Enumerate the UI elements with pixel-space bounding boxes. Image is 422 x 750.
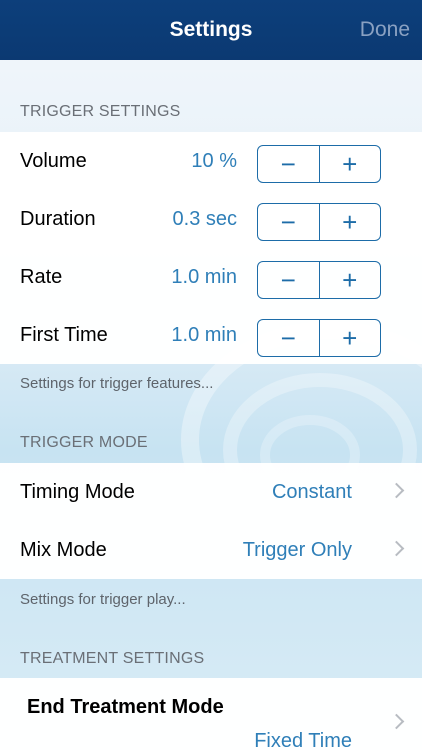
row-value: Constant — [271, 480, 352, 503]
trigger-mode-footer: Settings for trigger play... — [20, 591, 186, 608]
trigger-mode-header: TRIGGER MODE — [20, 434, 148, 451]
chevron-right-icon — [388, 482, 405, 499]
row-label: Rate — [20, 265, 63, 288]
decrement-button[interactable]: − — [258, 146, 319, 182]
row-value: 1.0 min — [171, 265, 237, 288]
treatment-settings-header: TREATMENT SETTINGS — [20, 650, 205, 667]
increment-button[interactable]: + — [318, 320, 381, 356]
increment-button[interactable]: + — [318, 262, 381, 298]
increment-button[interactable]: + — [318, 146, 381, 182]
row-label: End Treatment Mode — [27, 696, 224, 718]
duration-row: Duration 0.3 sec − + — [0, 190, 422, 248]
decrement-button[interactable]: − — [258, 262, 319, 298]
row-label: Volume — [20, 149, 87, 172]
row-label: Duration — [20, 207, 96, 230]
first-time-row: First Time 1.0 min − + — [0, 306, 422, 364]
row-label: Timing Mode — [20, 480, 135, 503]
row-value: 0.3 sec — [172, 207, 237, 230]
end-treatment-mode-row[interactable]: End Treatment Mode Fixed Time — [0, 678, 422, 750]
rate-stepper: − + — [257, 261, 381, 299]
mix-mode-row[interactable]: Mix Mode Trigger Only — [0, 521, 422, 579]
increment-button[interactable]: + — [318, 204, 381, 240]
trigger-settings-footer: Settings for trigger features... — [20, 375, 214, 392]
row-value: Fixed Time — [254, 730, 352, 750]
volume-stepper: − + — [257, 145, 381, 183]
volume-row: Volume 10 % − + — [0, 132, 422, 190]
row-value: Trigger Only — [242, 538, 352, 561]
trigger-mode-list: Timing Mode Constant Mix Mode Trigger On… — [0, 463, 422, 579]
trigger-settings-header: TRIGGER SETTINGS — [20, 103, 181, 120]
done-button[interactable]: Done — [360, 18, 410, 42]
chevron-right-icon — [388, 540, 405, 557]
navigation-bar: Settings Done — [0, 0, 422, 60]
chevron-right-icon — [388, 713, 405, 730]
trigger-settings-list: Volume 10 % − + Duration 0.3 sec − + Rat… — [0, 132, 422, 364]
timing-mode-row[interactable]: Timing Mode Constant — [0, 463, 422, 521]
decrement-button[interactable]: − — [258, 204, 319, 240]
page-title: Settings — [169, 18, 253, 41]
row-label: Mix Mode — [20, 538, 107, 561]
rate-row: Rate 1.0 min − + — [0, 248, 422, 306]
first-time-stepper: − + — [257, 319, 381, 357]
duration-stepper: − + — [257, 203, 381, 241]
row-value: 1.0 min — [171, 323, 237, 346]
row-value: 10 % — [191, 149, 237, 172]
row-label: First Time — [20, 323, 108, 346]
treatment-settings-list: End Treatment Mode Fixed Time — [0, 678, 422, 750]
decrement-button[interactable]: − — [258, 320, 319, 356]
